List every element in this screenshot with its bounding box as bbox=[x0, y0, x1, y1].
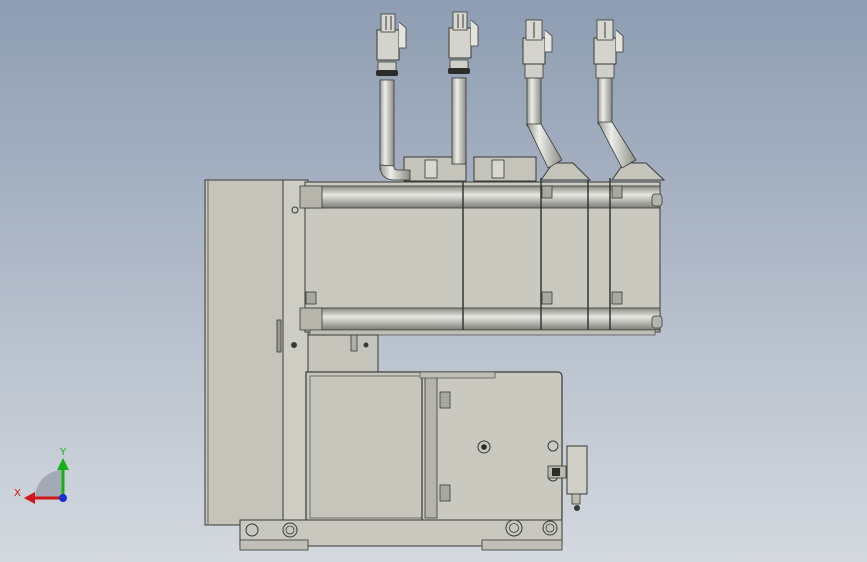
mounting-plate bbox=[204, 179, 309, 526]
z-axis-icon bbox=[59, 494, 67, 502]
lower-motor-block bbox=[305, 371, 563, 523]
connector-3 bbox=[522, 19, 553, 65]
triad-plane bbox=[35, 470, 63, 498]
upper-actuator-body bbox=[299, 178, 663, 336]
y-axis-label: Y bbox=[59, 447, 67, 458]
cable-2 bbox=[451, 77, 467, 165]
cable-ferrules bbox=[376, 59, 615, 79]
orientation-triad: Y X bbox=[14, 447, 69, 504]
cable-3 bbox=[526, 75, 563, 169]
base-plate bbox=[239, 519, 563, 551]
connector-2 bbox=[448, 11, 479, 59]
vertical-bracket bbox=[307, 334, 379, 376]
cable-4 bbox=[597, 75, 637, 169]
x-axis-label: X bbox=[14, 488, 21, 499]
connector-4 bbox=[593, 19, 624, 65]
assembly-drawing: Y X bbox=[14, 11, 666, 551]
cad-viewport[interactable]: Y X bbox=[0, 0, 867, 562]
connector-1 bbox=[376, 13, 407, 61]
